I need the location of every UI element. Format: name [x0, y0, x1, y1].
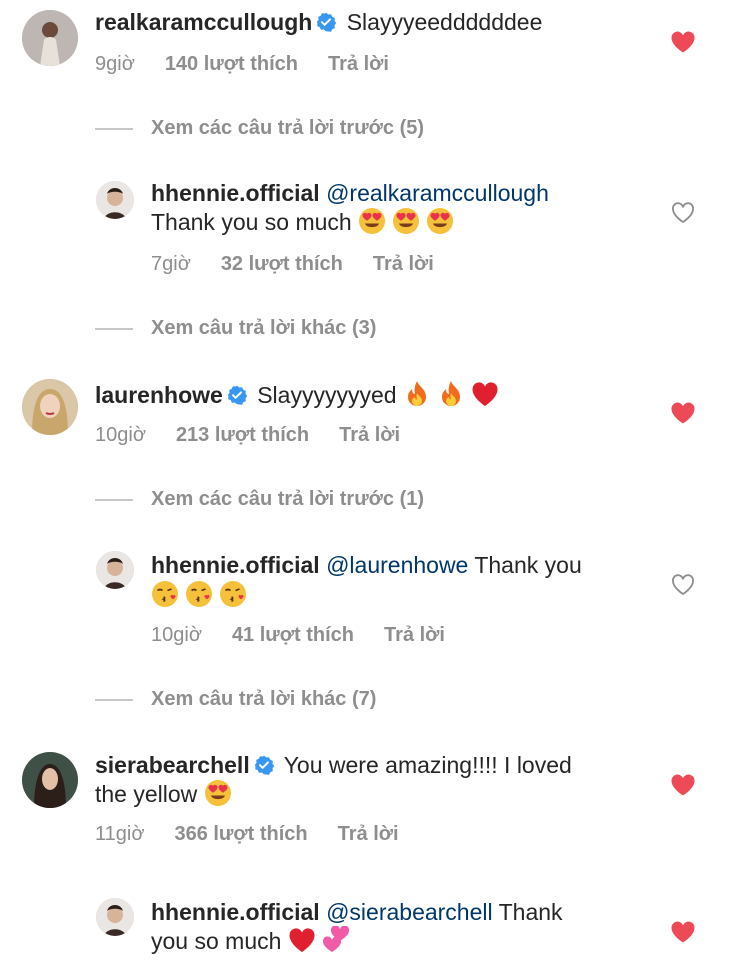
kissing-heart-emoji-icon — [219, 580, 247, 608]
like-heart-icon[interactable] — [670, 773, 696, 797]
kissing-heart-emoji-icon — [185, 580, 213, 608]
heart-eyes-emoji-icon — [204, 779, 232, 807]
fire-emoji-icon — [403, 380, 431, 408]
mention-link[interactable]: @realkaramccullough — [326, 180, 549, 206]
kissing-heart-emoji-icon — [151, 580, 179, 608]
comment-text: Slayyyyyyyed — [257, 382, 397, 408]
timestamp[interactable]: 9giờ — [95, 53, 135, 75]
comment-text-line: Thank you so much — [151, 207, 460, 237]
two-hearts-emoji-icon — [322, 926, 350, 954]
timestamp[interactable]: 10giờ — [151, 624, 202, 646]
comment-text: the yellow — [95, 781, 198, 807]
comment-meta: 11giờ 366 lượt thích Trả lời — [95, 822, 399, 846]
comment-meta: 10giờ 213 lượt thích Trả lời — [95, 423, 400, 447]
avatar[interactable] — [96, 181, 134, 219]
like-heart-icon[interactable] — [670, 920, 696, 944]
divider-dash — [95, 128, 133, 130]
view-more-replies-link[interactable]: Xem các câu trả lời trước (1) — [151, 487, 424, 511]
avatar[interactable] — [96, 551, 134, 589]
username[interactable]: realkaramccullough — [95, 9, 312, 35]
view-more-replies-link[interactable]: Xem câu trả lời khác (3) — [151, 316, 376, 340]
like-heart-outline-icon[interactable] — [670, 201, 696, 225]
heart-eyes-emoji-icon — [358, 207, 386, 235]
comment-text-line: hhennie.official @realkaramccullough — [151, 178, 549, 208]
comment-meta: 7giờ 32 lượt thích Trả lời — [151, 252, 434, 276]
red-heart-emoji-icon — [288, 926, 316, 954]
comment-text: Slayyyeeddddddee — [346, 9, 543, 35]
avatar[interactable] — [22, 10, 78, 66]
like-count[interactable]: 213 lượt thích — [176, 424, 309, 446]
heart-eyes-emoji-icon — [392, 207, 420, 235]
divider-dash — [95, 499, 133, 501]
timestamp[interactable]: 10giờ — [95, 424, 146, 446]
like-count[interactable]: 32 lượt thích — [221, 253, 343, 275]
avatar[interactable] — [22, 379, 78, 435]
mention-link[interactable]: @laurenhowe — [326, 552, 468, 578]
verified-badge-icon — [227, 385, 247, 405]
username[interactable]: laurenhowe — [95, 382, 223, 408]
mention-link[interactable]: @sierabearchell — [326, 899, 493, 925]
like-heart-icon[interactable] — [670, 401, 696, 425]
comment-text: Thank you — [474, 552, 582, 578]
comment-text-line: you so much — [151, 926, 356, 956]
comment-meta: 9giờ 140 lượt thích Trả lời — [95, 52, 389, 76]
comment-meta: 10giờ 41 lượt thích Trả lời — [151, 623, 445, 647]
red-heart-emoji-icon — [471, 380, 499, 408]
username[interactable]: hhennie.official — [151, 552, 320, 578]
reply-button[interactable]: Trả lời — [338, 823, 399, 845]
reply-button[interactable]: Trả lời — [328, 53, 389, 75]
avatar[interactable] — [22, 752, 78, 808]
username[interactable]: sierabearchell — [95, 752, 250, 778]
like-count[interactable]: 41 lượt thích — [232, 624, 354, 646]
like-heart-outline-icon[interactable] — [670, 573, 696, 597]
comment-text-line — [151, 580, 253, 610]
timestamp[interactable]: 7giờ — [151, 253, 191, 275]
divider-dash — [95, 699, 133, 701]
reply-button[interactable]: Trả lời — [373, 253, 434, 275]
verified-badge-icon — [254, 755, 274, 775]
comment-text: You were amazing!!!! I loved — [283, 752, 572, 778]
like-count[interactable]: 140 lượt thích — [165, 53, 298, 75]
reply-button[interactable]: Trả lời — [339, 424, 400, 446]
comment-text: you so much — [151, 928, 282, 954]
comment-text-line: hhennie.official @laurenhowe Thank you — [151, 550, 582, 580]
comment-text: Thank you so much — [151, 209, 352, 235]
like-heart-icon[interactable] — [670, 30, 696, 54]
avatar[interactable] — [96, 898, 134, 936]
view-more-replies-link[interactable]: Xem câu trả lời khác (7) — [151, 687, 376, 711]
username[interactable]: hhennie.official — [151, 899, 320, 925]
comment-text-line: hhennie.official @sierabearchell Thank — [151, 897, 563, 927]
reply-button[interactable]: Trả lời — [384, 624, 445, 646]
comment-text-line: laurenhowe Slayyyyyyyed — [95, 380, 505, 410]
like-count[interactable]: 366 lượt thích — [174, 823, 307, 845]
divider-dash — [95, 328, 133, 330]
comment-text-line: realkaramccullough Slayyyeeddddddee — [95, 7, 542, 37]
username[interactable]: hhennie.official — [151, 180, 320, 206]
comment-text-line: sierabearchell You were amazing!!!! I lo… — [95, 750, 572, 780]
view-more-replies-link[interactable]: Xem các câu trả lời trước (5) — [151, 116, 424, 140]
comment-text: Thank — [498, 899, 563, 925]
comment-text-line: the yellow — [95, 779, 238, 809]
verified-badge-icon — [316, 12, 336, 32]
heart-eyes-emoji-icon — [426, 207, 454, 235]
fire-emoji-icon — [437, 380, 465, 408]
timestamp[interactable]: 11giờ — [95, 823, 144, 845]
